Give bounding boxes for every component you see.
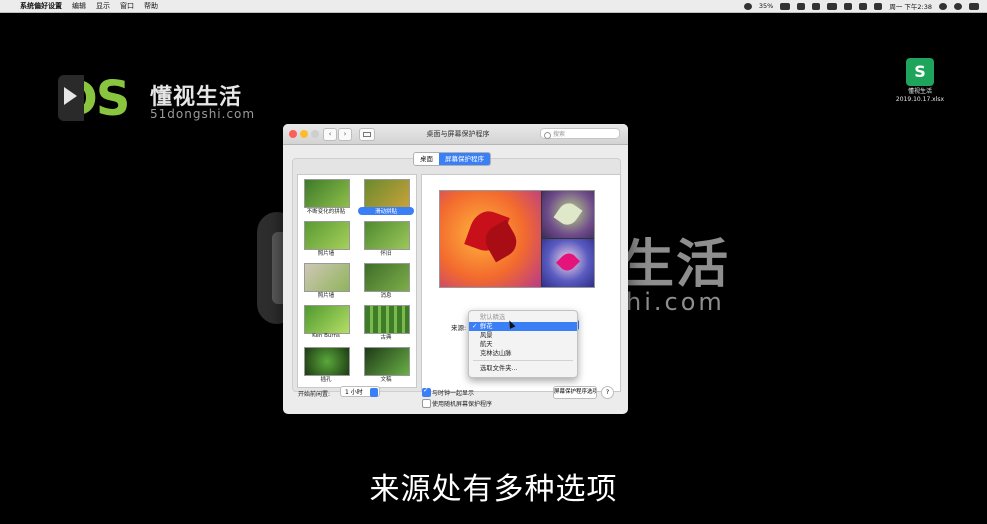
screensaver-label: 怀旧 xyxy=(380,251,392,257)
menu-app-name[interactable]: 系统偏好设置 xyxy=(20,1,62,11)
screensaver-thumbnail[interactable] xyxy=(364,221,410,250)
screensaver-thumbnail[interactable] xyxy=(364,347,410,376)
preferences-window: ‹ › 桌面与屏幕保护程序 搜索 桌面 屏幕保护程序 不断变化的拼贴 滑动拼贴 … xyxy=(283,124,628,414)
screensaver-thumbnail[interactable] xyxy=(304,221,350,250)
minimize-window-button[interactable] xyxy=(300,130,308,138)
screensaver-thumbnail[interactable] xyxy=(304,179,350,208)
search-input[interactable]: 搜索 xyxy=(540,128,620,139)
menu-item-space[interactable]: 航天 xyxy=(469,340,577,349)
screensaver-label: 不断变化的拼贴 xyxy=(306,209,346,215)
screensaver-thumbnail[interactable] xyxy=(364,263,410,292)
random-saver-checkbox[interactable] xyxy=(422,399,431,408)
screensaver-label: 插孔 xyxy=(320,377,332,383)
source-dropdown-menu: 默认精选 ✓ 鲜花 风景 航天 克林达山脉 选取文件夹... xyxy=(468,310,578,378)
screensaver-label: 古典 xyxy=(380,335,392,341)
spreadsheet-file-icon[interactable]: S xyxy=(906,58,934,86)
input-method-icon[interactable] xyxy=(874,2,883,10)
screensaver-thumbnail[interactable] xyxy=(364,305,410,334)
battery-percent: 35% xyxy=(758,2,774,10)
menu-item-edit[interactable]: 编辑 xyxy=(72,1,86,11)
random-saver-label: 使用随机屏幕保护程序 xyxy=(432,401,493,408)
menu-item-help[interactable]: 帮助 xyxy=(144,1,158,11)
preview-bottom-right-photo xyxy=(542,239,594,287)
siri-icon[interactable] xyxy=(954,2,962,10)
menu-header-default: 默认精选 xyxy=(480,314,506,321)
screensaver-label: 照片墙 xyxy=(317,251,335,257)
screensaver-thumbnail[interactable] xyxy=(304,263,350,292)
menu-item-label: 鲜花 xyxy=(480,323,493,330)
screensaver-thumbnail[interactable] xyxy=(304,347,350,376)
select-arrow-icon xyxy=(370,388,378,397)
wechat-icon[interactable] xyxy=(797,2,806,10)
airplay-icon[interactable] xyxy=(827,2,838,10)
zoom-window-button[interactable] xyxy=(311,130,319,138)
show-with-clock-label: 与时钟一起显示 xyxy=(432,390,475,397)
saver-options-button[interactable]: 屏幕保护程序选项... xyxy=(553,386,597,399)
show-with-clock-checkbox[interactable] xyxy=(422,386,431,397)
preview-main-photo xyxy=(440,191,541,287)
video-subtitle: 来源处有多种选项 xyxy=(369,472,618,507)
tab-bar: 桌面 屏幕保护程序 xyxy=(413,152,491,166)
brand-logo: DS 懂视生活 51dongshi.com xyxy=(58,73,268,128)
screensaver-label: Ken Burns xyxy=(312,333,340,339)
watermark-big-text: 生活 xyxy=(622,235,731,295)
back-button[interactable]: ‹ xyxy=(323,128,337,141)
menu-item-choose-folder[interactable]: 选取文件夹... xyxy=(469,364,577,373)
bluetooth-icon[interactable] xyxy=(812,2,821,10)
grid-icon xyxy=(363,132,371,137)
menu-bar: 系统偏好设置 编辑 显示 窗口 帮助 35% 周一 下午2:38 xyxy=(0,0,987,13)
desktop-file-name-line2: 2019.10.17.xlsx xyxy=(895,96,945,103)
window-titlebar[interactable]: ‹ › 桌面与屏幕保护程序 搜索 xyxy=(283,124,628,145)
menu-item-mountains[interactable]: 克林达山脉 xyxy=(469,349,577,358)
menubar-clock[interactable]: 周一 下午2:38 xyxy=(889,1,932,11)
screensaver-label-selected: 滑动拼贴 xyxy=(358,207,414,215)
tab-desktop[interactable]: 桌面 xyxy=(414,153,439,165)
screensaver-thumbnail[interactable] xyxy=(364,179,410,208)
checkmark-icon: ✓ xyxy=(472,323,478,330)
volume-icon[interactable] xyxy=(859,2,868,10)
forward-button[interactable]: › xyxy=(338,128,352,141)
menu-item-flowers[interactable]: ✓ 鲜花 xyxy=(469,322,577,331)
screensaver-list[interactable]: 不断变化的拼贴 滑动拼贴 照片墙 怀旧 照片墙 消息 Ken Burns 古典 … xyxy=(297,174,417,388)
flower-petal xyxy=(555,249,581,275)
play-icon xyxy=(64,87,77,105)
menu-separator xyxy=(473,360,573,361)
idle-start-value: 1 小时 xyxy=(345,389,363,396)
window-title: 桌面与屏幕保护程序 xyxy=(426,130,490,138)
notification-center-icon[interactable] xyxy=(969,2,979,10)
search-icon[interactable] xyxy=(939,2,947,10)
close-window-button[interactable] xyxy=(289,130,297,138)
screensaver-label: 文稿 xyxy=(380,377,392,383)
flower-petal xyxy=(553,199,583,229)
idle-start-select[interactable]: 1 小时 xyxy=(340,386,380,397)
watermark-url-text: hi.com xyxy=(626,288,725,316)
battery-icon[interactable] xyxy=(780,2,791,10)
screensaver-preview xyxy=(439,190,595,288)
wifi-icon[interactable] xyxy=(844,2,853,10)
record-icon[interactable] xyxy=(743,2,752,10)
help-button[interactable]: ? xyxy=(601,386,614,399)
logo-url: 51dongshi.com xyxy=(150,107,256,121)
screensaver-label: 消息 xyxy=(380,293,392,299)
screensaver-thumbnail[interactable] xyxy=(304,305,350,334)
preview-top-right-photo xyxy=(542,191,594,238)
menu-item-window[interactable]: 窗口 xyxy=(120,1,134,11)
menu-item-view[interactable]: 显示 xyxy=(96,1,110,11)
show-all-button[interactable] xyxy=(359,128,375,141)
idle-start-label: 开始前闲置: xyxy=(298,391,331,398)
magnifier-icon xyxy=(544,132,551,139)
tab-screen-saver[interactable]: 屏幕保护程序 xyxy=(439,153,490,165)
screensaver-label: 照片墙 xyxy=(317,293,335,299)
desktop-file-name-line1: 懂视生活 xyxy=(907,88,932,95)
source-label: 来源: xyxy=(451,324,467,332)
menu-item-landscape[interactable]: 风景 xyxy=(469,331,577,340)
desktop-file-label[interactable]: 懂视生活 2019.10.17.xlsx xyxy=(885,88,955,104)
